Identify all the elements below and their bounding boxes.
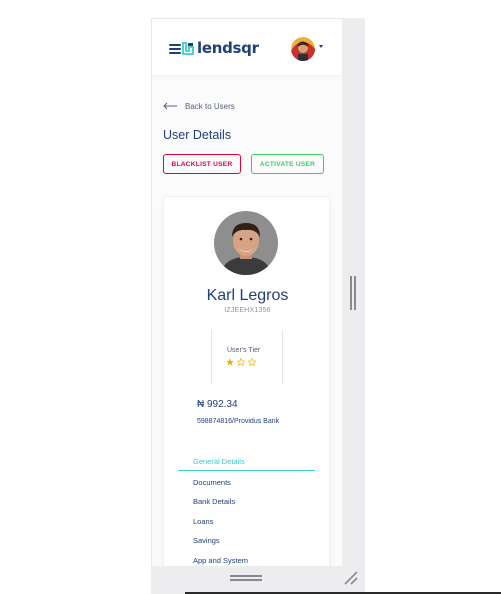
tab-documents[interactable]: Documents <box>193 478 231 487</box>
tab-app-and-system[interactable]: App and System <box>193 556 248 565</box>
tab-bank-details[interactable]: Bank Details <box>193 497 235 506</box>
arrow-left-icon <box>163 102 177 110</box>
user-tier-label: User's Tier <box>227 347 261 354</box>
tab-savings[interactable]: Savings <box>193 536 220 545</box>
back-to-users-link[interactable]: Back to Users <box>163 100 235 112</box>
tab-loans[interactable]: Loans <box>193 517 213 526</box>
star-outline-icon <box>237 358 245 366</box>
corner-resize-handle-icon[interactable] <box>343 570 359 586</box>
star-filled-icon <box>226 358 234 366</box>
brand-logo[interactable]: lendsqr <box>182 39 259 57</box>
chevron-down-icon[interactable] <box>319 45 323 48</box>
active-tab-indicator <box>178 470 315 471</box>
avatar-image <box>291 37 315 61</box>
top-navbar: lendsqr <box>152 18 342 75</box>
brand-name: lendsqr <box>197 39 259 57</box>
blacklist-user-button[interactable]: BLACKLIST USER <box>163 154 241 174</box>
profile-photo-image <box>214 211 278 275</box>
back-link-label: Back to Users <box>185 101 235 111</box>
tier-stars <box>226 358 256 366</box>
profile-photo <box>214 211 278 275</box>
device-viewport: lendsqr Back to Users User Details BLACK… <box>151 18 365 594</box>
app-screen: lendsqr Back to Users User Details BLACK… <box>152 18 342 566</box>
avatar[interactable] <box>291 37 315 61</box>
bank-account-info: 598874816/Providus Bank <box>197 418 280 425</box>
lendsqr-logo-icon <box>182 41 194 55</box>
user-full-name: Karl Legros <box>206 287 289 304</box>
tab-general-details[interactable]: General Details <box>193 457 245 466</box>
star-outline-icon <box>248 358 256 366</box>
bottom-resize-handle[interactable] <box>230 575 262 581</box>
hamburger-menu-icon[interactable] <box>169 44 181 54</box>
user-tier-section: User's Tier <box>211 330 283 384</box>
user-code: IZJEEHX1356 <box>224 307 271 314</box>
viewport-bottom-resize-area <box>151 566 365 594</box>
side-resize-handle[interactable] <box>350 276 356 310</box>
user-profile-card: Karl Legros IZJEEHX1356 User's Tier ₦ 99… <box>163 196 330 566</box>
page-title: User Details <box>163 128 232 142</box>
account-balance: ₦ 992.34 <box>197 399 238 410</box>
activate-user-button[interactable]: ACTIVATE USER <box>251 154 324 174</box>
page: lendsqr Back to Users User Details BLACK… <box>0 0 501 594</box>
